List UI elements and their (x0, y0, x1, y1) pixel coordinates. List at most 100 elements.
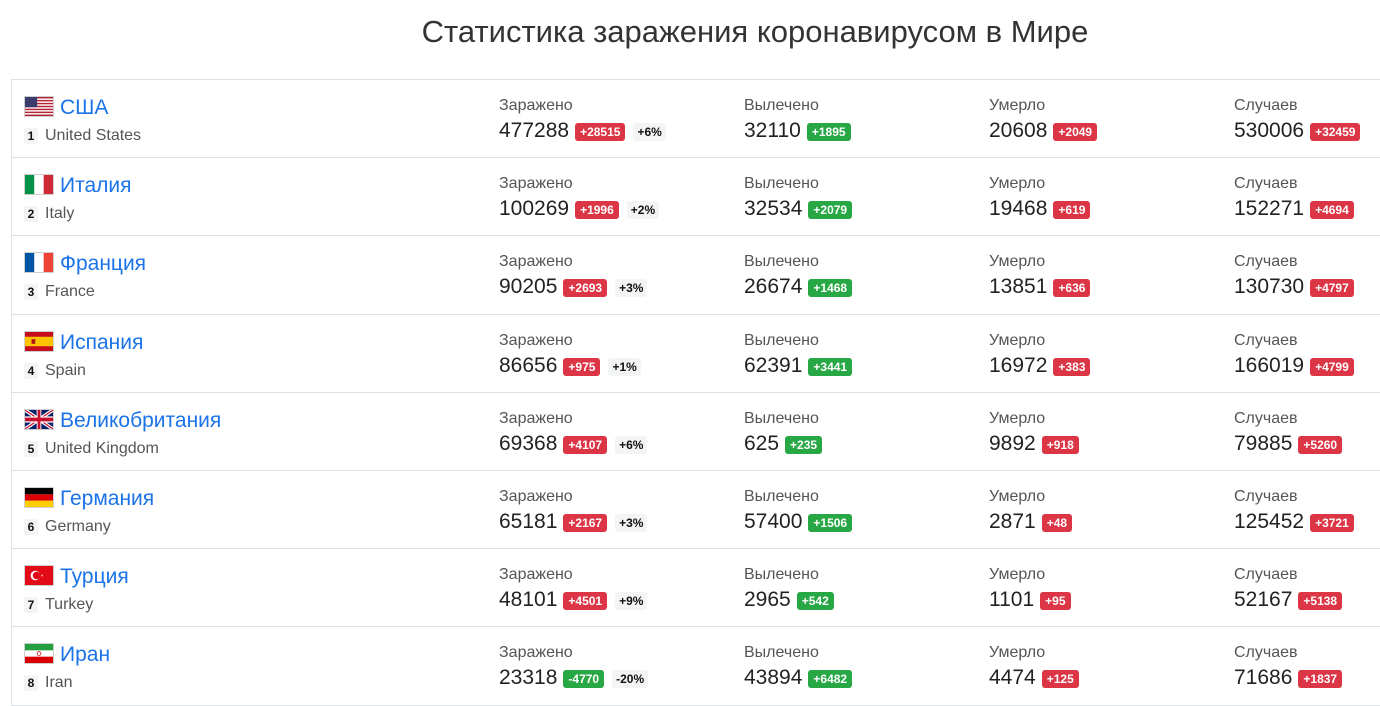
country-link[interactable]: Испания (60, 330, 143, 356)
cases-label: Случаев (1234, 97, 1298, 114)
cases-stat: Случаев 125452 +3721 (1234, 487, 1354, 535)
table-row: Турция 7 Turkey Заражено 48101 +4501 +9% Вылече… (12, 549, 1380, 628)
us-flag-icon (24, 96, 54, 117)
recovered-value: 625 (744, 431, 780, 455)
recovered-line: 62391 +3441 (744, 353, 853, 379)
recovered-stat: Вылечено 32110 +1895 (744, 96, 851, 144)
deaths-delta-badge: +2049 (1053, 123, 1098, 141)
country-name-en: United States (45, 127, 142, 144)
country-link[interactable]: Германия (60, 486, 154, 512)
recovered-value: 62391 (744, 353, 803, 377)
infected-value: 48101 (499, 588, 558, 612)
recovered-delta-badge: +2079 (808, 201, 853, 220)
cases-delta-badge: +5260 (1298, 435, 1343, 454)
cases-line: 166019 +4799 (1234, 353, 1354, 379)
table-row: США 1 United States Заражено 477288 +28515 +6%… (12, 80, 1380, 159)
infected-value: 100269 (499, 197, 570, 221)
cases-label: Случаев (1234, 487, 1298, 505)
deaths-delta-badge: +636 (1053, 279, 1091, 298)
country-link[interactable]: Иран (60, 642, 110, 668)
recovered-delta-badge: +542 (796, 592, 834, 611)
infected-line: 23318 -4770 -20% (499, 665, 649, 691)
recovered-stat: Вылечено 32534 +2079 (744, 174, 853, 222)
cases-delta-badge: +1837 (1298, 670, 1343, 689)
recovered-line: 2965 +542 (744, 587, 834, 613)
infected-label: Заражено (499, 253, 573, 271)
deaths-stat: Умерло 16972 +383 (989, 331, 1091, 379)
infected-label: Заражено (499, 175, 573, 193)
rank-badge: 6 (24, 518, 38, 535)
infected-delta-badge: +28515 (575, 123, 626, 141)
infected-delta-badge: -4770 (563, 670, 605, 689)
deaths-label: Умерло (989, 97, 1046, 114)
infected-delta-badge: +1996 (575, 201, 619, 220)
deaths-stat: Умерло 4474 +125 (989, 643, 1079, 691)
cases-line: 530006 +32459 (1234, 118, 1361, 144)
uk-flag-icon (24, 408, 54, 430)
cases-stat: Случаев 152271 +4694 (1234, 174, 1354, 222)
country-link[interactable]: Франция (60, 251, 146, 277)
cases-stat: Случаев 71686 +1837 (1234, 643, 1343, 691)
infected-value: 69368 (499, 431, 558, 455)
country-stats-table: США 1 United States Заражено 477288 +28515 +6%… (11, 79, 1380, 706)
deaths-value: 2871 (989, 509, 1036, 533)
deaths-delta-badge: +95 (1040, 592, 1071, 611)
infected-stat: Заражено 477288 +28515 +6% (499, 96, 666, 144)
deaths-value: 9892 (989, 431, 1036, 455)
cases-value: 79885 (1234, 431, 1293, 455)
deaths-value: 16972 (989, 353, 1048, 377)
recovered-delta-badge: +235 (785, 435, 823, 454)
rank-badge: 7 (24, 597, 38, 614)
deaths-stat: Умерло 20608 +2049 (989, 96, 1098, 144)
deaths-value: 4474 (989, 666, 1036, 690)
recovered-line: 32534 +2079 (744, 196, 853, 222)
infected-delta-badge: +2167 (563, 513, 608, 532)
country-name-en: Germany (45, 517, 111, 535)
infected-line: 477288 +28515 +6% (499, 118, 666, 144)
infected-delta-badge: +975 (563, 357, 601, 376)
country-name-en: France (45, 283, 95, 301)
recovered-delta-badge: +6482 (808, 670, 853, 689)
infected-delta-badge: +2693 (563, 279, 608, 298)
cases-delta-badge: +3721 (1310, 513, 1354, 532)
deaths-value: 13851 (989, 275, 1048, 299)
deaths-label: Умерло (989, 644, 1046, 662)
infected-stat: Заражено 69368 +4107 +6% (499, 409, 648, 457)
infected-line: 48101 +4501 +9% (499, 587, 648, 613)
infected-label: Заражено (499, 566, 573, 584)
infected-stat: Заражено 90205 +2693 +3% (499, 252, 648, 300)
country-link[interactable]: Италия (60, 173, 132, 199)
infected-label: Заражено (499, 97, 573, 114)
cases-stat: Случаев 79885 +5260 (1234, 409, 1343, 457)
deaths-line: 13851 +636 (989, 274, 1091, 300)
cases-label: Случаев (1234, 644, 1298, 662)
cases-line: 152271 +4694 (1234, 196, 1354, 222)
country-link[interactable]: США (60, 95, 108, 121)
rank-badge: 1 (24, 128, 38, 144)
deaths-line: 9892 +918 (989, 431, 1079, 457)
recovered-delta-badge: +1506 (808, 513, 853, 532)
country-name-en: Spain (45, 361, 86, 379)
deaths-label: Умерло (989, 331, 1046, 349)
infected-line: 90205 +2693 +3% (499, 274, 648, 300)
cases-value: 125452 (1234, 509, 1305, 533)
deaths-line: 16972 +383 (989, 353, 1091, 379)
deaths-label: Умерло (989, 175, 1046, 193)
recovered-line: 625 +235 (744, 431, 823, 457)
cases-label: Случаев (1234, 331, 1298, 349)
table-row: Испания 4 Spain Заражено 86656 +975 +1% Вылечен… (12, 315, 1380, 393)
recovered-line: 57400 +1506 (744, 509, 853, 535)
table-row: Италия 2 Italy Заражено 100269 +1996 +2% Вылече… (12, 158, 1380, 237)
germany-flag-icon (24, 486, 54, 508)
deaths-line: 19468 +619 (989, 196, 1091, 222)
cases-delta-badge: +5138 (1298, 592, 1343, 611)
country-link[interactable]: Великобритания (60, 408, 221, 434)
recovered-value: 57400 (744, 509, 803, 533)
cases-line: 79885 +5260 (1234, 431, 1343, 457)
infected-stat: Заражено 100269 +1996 +2% (499, 174, 660, 222)
country-link[interactable]: Турция (60, 564, 129, 590)
infected-value: 90205 (499, 275, 558, 299)
recovered-value: 2965 (744, 588, 791, 612)
recovered-stat: Вылечено 43894 +6482 (744, 643, 853, 691)
deaths-value: 19468 (989, 197, 1048, 221)
